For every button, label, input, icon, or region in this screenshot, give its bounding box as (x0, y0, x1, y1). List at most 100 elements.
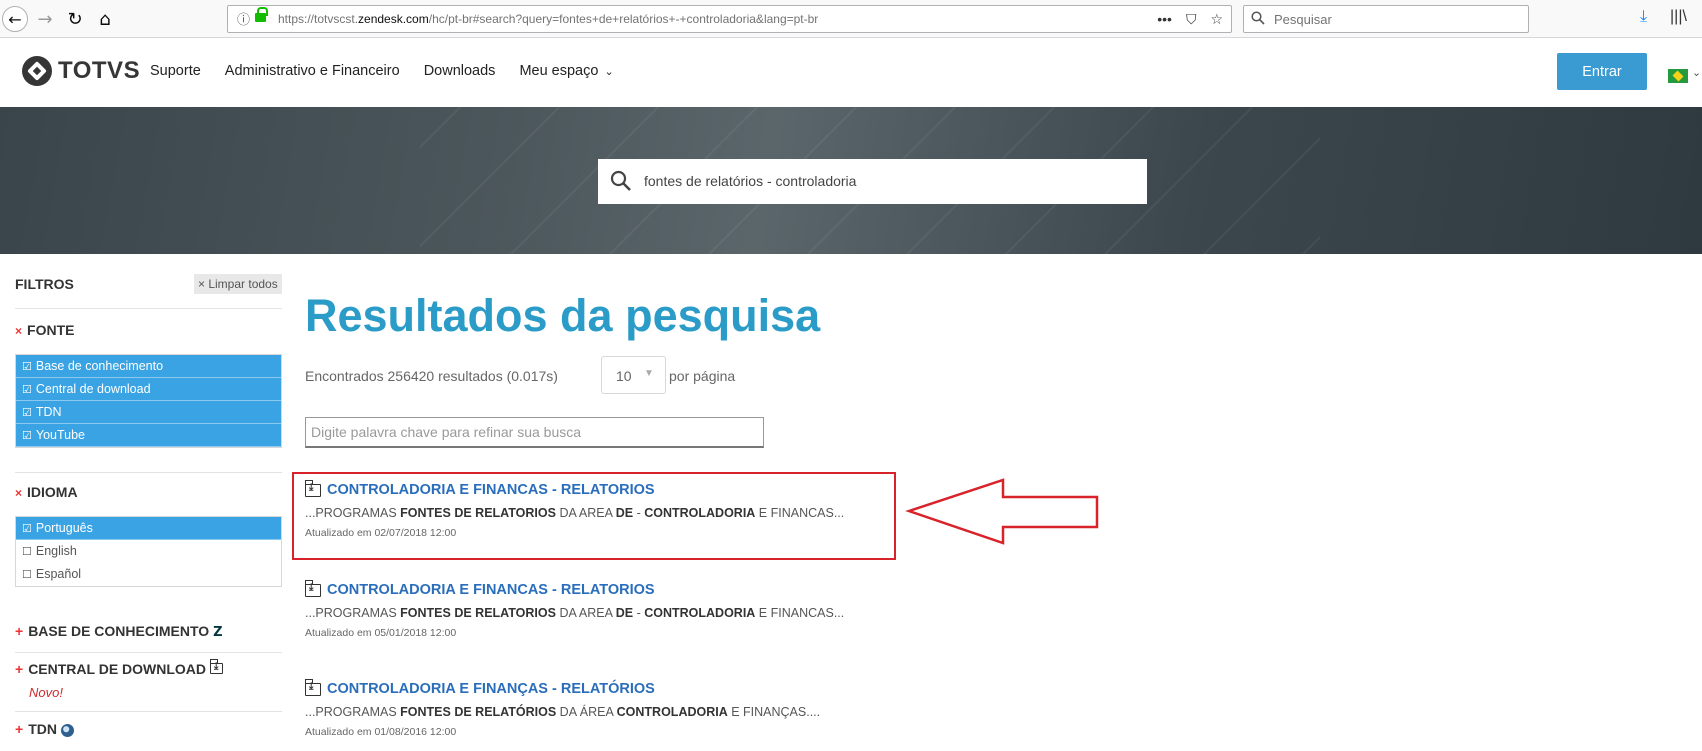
checkbox-icon: ☐ (22, 545, 32, 558)
facet-central-download-label: CENTRAL DE DOWNLOAD (28, 661, 207, 677)
facet-item-portugues[interactable]: ☑ Português (16, 517, 281, 540)
search-result: CONTROLADORIA E FINANÇAS - RELATÓRIOS ..… (305, 678, 1005, 738)
info-icon[interactable]: ⓘ (237, 7, 250, 33)
per-page-select[interactable]: 10 ▼ (601, 356, 666, 394)
search-placeholder: Pesquisar (1274, 12, 1332, 27)
close-icon[interactable]: × (15, 486, 22, 500)
caret-down-icon: ▼ (644, 368, 654, 379)
divider (15, 472, 282, 473)
facet-tdn[interactable]: + TDN (15, 721, 74, 737)
facet-item-youtube[interactable]: ☑ YouTube (16, 424, 281, 447)
facet-item-espanol[interactable]: ☐ Español (16, 563, 281, 586)
zendesk-icon: Z (213, 625, 223, 640)
facet-fonte-list: ☑ Base de conhecimento ☑ Central de downlo… (15, 354, 282, 448)
facet-base-conhecimento-label: BASE DE CONHECIMENTO (28, 623, 210, 639)
result-title: CONTROLADORIA E FINANCAS - RELATORIOS (327, 582, 655, 598)
divider (15, 652, 282, 653)
facet-idioma-list: ☑ Português ☐ English ☐ Español (15, 516, 282, 587)
url-text[interactable]: https://totvscst.zendesk.com/hc/pt-br#se… (278, 6, 818, 32)
hero-banner: fontes de relatórios - controladoria (0, 107, 1702, 254)
site-header: TOTVS Suporte Administrativo e Financeir… (0, 38, 1702, 107)
result-date: Atualizado em 05/01/2018 12:00 (305, 627, 457, 639)
result-title-link[interactable]: CONTROLADORIA E FINANÇAS - RELATÓRIOS (305, 678, 1005, 697)
library-icon[interactable]: |||\ (1670, 8, 1687, 26)
facet-base-conhecimento[interactable]: + BASE DE CONHECIMENTO Z (15, 623, 223, 640)
plus-icon: + (15, 623, 24, 639)
main-nav: Suporte Administrativo e Financeiro Down… (150, 63, 614, 79)
brazil-flag-icon[interactable] (1668, 69, 1688, 83)
facet-idioma-title[interactable]: × IDIOMA (15, 484, 78, 500)
facet-item-label: Base de conhecimento (35, 359, 164, 373)
chevron-down-icon: ⌄ (604, 66, 614, 78)
result-snippet: ...PROGRAMAS FONTES DE RELATÓRIOS DA ÁRE… (305, 705, 821, 719)
result-date: Atualizado em 01/08/2016 12:00 (305, 726, 457, 738)
chevron-down-icon[interactable]: ⌄ (1692, 66, 1701, 79)
download-folder-icon (305, 579, 321, 597)
facet-tdn-label: TDN (28, 721, 57, 737)
search-result: CONTROLADORIA E FINANCAS - RELATORIOS ..… (305, 579, 1005, 639)
facet-item-label: English (35, 544, 77, 558)
home-icon[interactable]: ⌂ (92, 6, 118, 32)
pocket-icon[interactable]: ⛉ (1186, 6, 1197, 32)
result-title: CONTROLADORIA E FINANÇAS - RELATÓRIOS (327, 681, 655, 697)
browser-toolbar: ← → ↻ ⌂ ⓘ https://totvscst.zendesk.com/h… (0, 0, 1702, 38)
per-page-label: por página (669, 368, 736, 384)
hero-search-input[interactable]: fontes de relatórios - controladoria (598, 159, 1147, 204)
download-folder-icon (305, 678, 321, 696)
totvs-logo[interactable]: TOTVS (22, 56, 140, 86)
checkbox-icon: ☐ (22, 568, 32, 581)
refine-search-input[interactable]: Digite palavra chave para refinar sua bu… (305, 417, 764, 448)
search-query: fontes de relatórios - controladoria (644, 173, 857, 189)
url-actions: ••• ⛉ ☆ (1157, 6, 1223, 32)
more-icon[interactable]: ••• (1157, 6, 1172, 32)
facet-item-label: YouTube (35, 428, 85, 442)
nav-administrativo-financeiro[interactable]: Administrativo e Financeiro (225, 63, 400, 79)
nav-downloads[interactable]: Downloads (424, 63, 496, 79)
divider (15, 711, 282, 712)
forward-arrow-icon[interactable]: → (32, 6, 58, 32)
checkbox-checked-icon: ☑ (22, 429, 32, 442)
facet-fonte-title[interactable]: × FONTE (15, 322, 74, 338)
facet-central-download[interactable]: + CENTRAL DE DOWNLOAD (15, 659, 224, 677)
facet-idioma-label: IDIOMA (27, 484, 78, 500)
facet-item-tdn[interactable]: ☑ TDN (16, 401, 281, 424)
plus-icon: + (15, 721, 24, 737)
clear-all-button[interactable]: × Limpar todos (194, 274, 282, 294)
close-icon[interactable]: × (15, 324, 22, 338)
reload-icon[interactable]: ↻ (62, 6, 88, 32)
new-badge: Novo! (29, 685, 63, 700)
bookmark-star-icon[interactable]: ☆ (1210, 6, 1223, 32)
facet-item-english[interactable]: ☐ English (16, 540, 281, 563)
results-count: Encontrados 256420 resultados (0.017s) (305, 368, 558, 384)
result-snippet: ...PROGRAMAS FONTES DE RELATORIOS DA ARE… (305, 606, 845, 620)
nav-meu-espaco-label: Meu espaço (519, 63, 599, 79)
logo-text: TOTVS (58, 57, 141, 84)
divider (15, 308, 282, 309)
nav-suporte[interactable]: Suporte (150, 63, 201, 79)
facet-item-label: Português (35, 521, 93, 535)
plus-icon: + (15, 661, 24, 677)
back-arrow-icon[interactable]: ← (2, 6, 28, 32)
nav-meu-espaco[interactable]: Meu espaço ⌄ (519, 63, 613, 79)
checkbox-checked-icon: ☑ (22, 522, 32, 535)
page-title: Resultados da pesquisa (305, 290, 821, 341)
lock-icon (255, 7, 268, 22)
filters-title: FILTROS (15, 276, 74, 292)
download-icon[interactable]: ⤓ (1640, 8, 1647, 26)
checkbox-checked-icon: ☑ (22, 360, 32, 373)
login-button[interactable]: Entrar (1557, 53, 1647, 90)
facet-item-label: Central de download (35, 382, 151, 396)
totvs-logo-icon (22, 56, 52, 86)
result-title-link[interactable]: CONTROLADORIA E FINANCAS - RELATORIOS (305, 579, 1005, 598)
facet-item-label: Español (35, 567, 82, 581)
search-icon (610, 170, 631, 191)
browser-search-input[interactable]: Pesquisar (1243, 5, 1529, 33)
annotation-arrow-icon (905, 478, 1099, 545)
download-folder-icon (210, 659, 224, 677)
facet-item-base-conhecimento[interactable]: ☑ Base de conhecimento (16, 355, 281, 378)
search-icon (1251, 11, 1265, 25)
per-page-value: 10 (616, 368, 632, 384)
address-bar[interactable]: ⓘ https://totvscst.zendesk.com/hc/pt-br#… (227, 5, 1232, 33)
facet-fonte-label: FONTE (27, 322, 75, 338)
facet-item-central-download[interactable]: ☑ Central de download (16, 378, 281, 401)
